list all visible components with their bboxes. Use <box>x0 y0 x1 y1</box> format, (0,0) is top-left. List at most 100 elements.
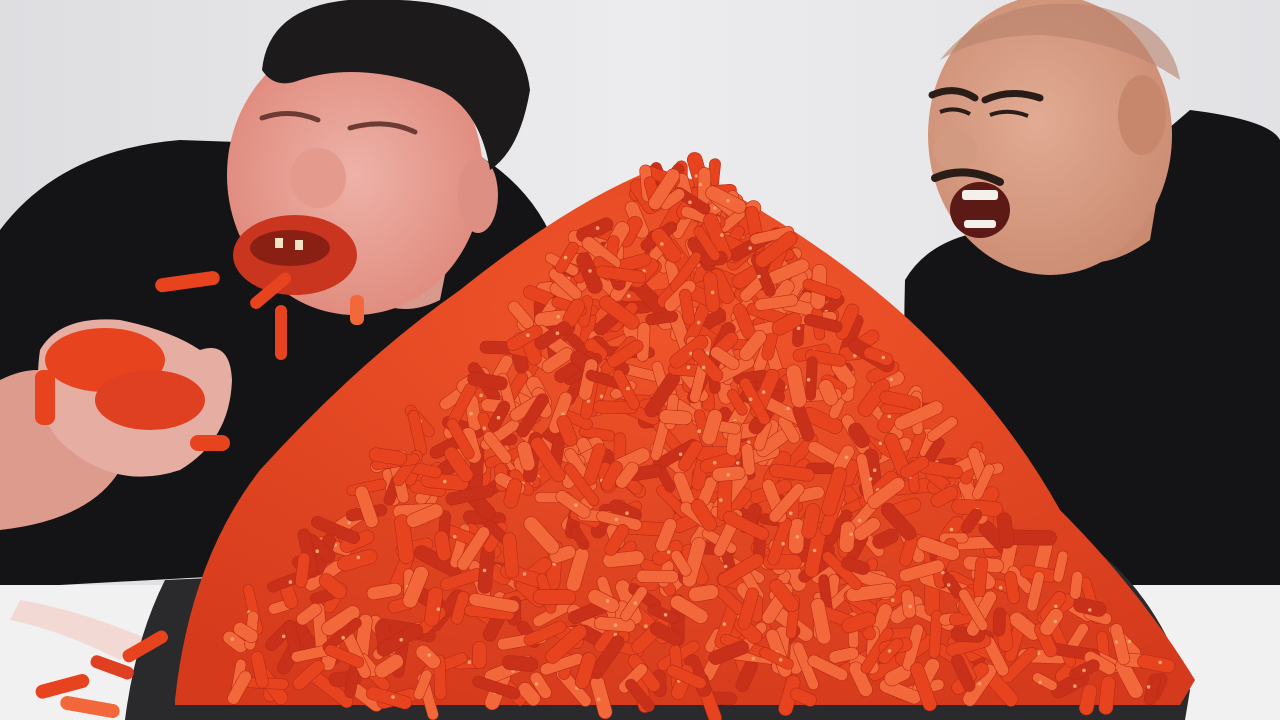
snack-dust <box>479 393 483 398</box>
snack-dust <box>467 660 472 665</box>
snack-dust <box>761 390 766 394</box>
snack-dust <box>660 242 664 246</box>
snack-dust <box>555 331 560 336</box>
snack-piece <box>636 569 679 584</box>
snack-dust <box>878 441 883 446</box>
snack-dust <box>723 564 728 569</box>
snack-dust <box>1088 608 1092 612</box>
snack-dust <box>701 365 706 370</box>
snack-dust <box>947 583 951 587</box>
snack-piece <box>838 520 856 553</box>
snack-dust <box>496 415 501 420</box>
snack-dust <box>887 414 892 419</box>
snack-dust <box>627 294 631 298</box>
snack-dust <box>712 460 717 465</box>
snack-dust <box>748 397 753 402</box>
snack-dust <box>857 518 862 523</box>
snack-dust <box>1054 604 1058 609</box>
snack-dust <box>534 682 539 686</box>
snack-dust <box>482 568 487 573</box>
snack-dust <box>399 638 404 642</box>
snack-dust <box>1082 668 1086 673</box>
snack-dust <box>427 653 432 657</box>
snack-piece <box>805 356 818 401</box>
snack-dust <box>563 255 568 260</box>
snack-dust <box>356 555 361 560</box>
snack-dust <box>391 695 395 699</box>
snack-dust <box>694 174 699 178</box>
snack-dust <box>688 200 692 205</box>
snack-dust <box>614 517 619 522</box>
snack-piece <box>658 409 693 426</box>
snack-piece <box>533 589 577 605</box>
snack-dust <box>887 649 892 653</box>
snack-dust <box>872 468 877 473</box>
snack-dust <box>1073 684 1077 688</box>
snack-dust <box>556 314 561 319</box>
photo-scene <box>0 0 1280 720</box>
snack-dust <box>595 226 600 230</box>
snack-dust <box>1127 639 1132 644</box>
snack-dust <box>710 290 715 295</box>
snack-dust <box>686 365 691 370</box>
snack-dust <box>443 479 447 484</box>
snack-dust <box>889 377 893 382</box>
snack-dust <box>795 535 800 539</box>
snack-dust <box>713 206 717 210</box>
snack-dust <box>625 511 629 515</box>
snack-dust <box>574 503 578 508</box>
snack-dust <box>663 613 668 617</box>
snack-dust <box>605 599 610 603</box>
snack-dust <box>722 622 727 626</box>
snack-dust <box>626 386 630 391</box>
snack-dust <box>977 682 982 686</box>
snack-dust <box>1158 660 1162 665</box>
snack-dust <box>1114 640 1119 644</box>
snack-dust <box>347 520 352 525</box>
snack-dust <box>1053 619 1058 624</box>
snack-dust <box>666 550 671 554</box>
snack-piece <box>472 640 488 669</box>
snack-dust <box>588 269 592 273</box>
snack-dust <box>806 377 811 382</box>
snack-dust <box>812 548 817 553</box>
snack-dust <box>341 635 346 640</box>
snack-piece <box>502 655 539 672</box>
snack-dust <box>849 532 853 537</box>
snack-dust <box>748 246 752 250</box>
snack-dust <box>696 320 701 325</box>
snack-piece <box>992 607 1007 637</box>
snack-dust <box>781 541 785 546</box>
snack-dust <box>757 274 761 279</box>
snack-dust <box>1038 680 1042 685</box>
snack-dust <box>786 406 790 411</box>
snack-dust <box>596 697 601 702</box>
snack-dust <box>230 637 235 641</box>
snack-dust <box>526 333 530 338</box>
snack-dust <box>891 598 895 602</box>
snack-dust <box>698 182 702 187</box>
snack-dust <box>599 394 604 399</box>
snack-dust <box>482 426 487 431</box>
snack-dust <box>469 411 473 416</box>
snack-dust <box>949 527 954 532</box>
snack-dust <box>868 477 873 481</box>
snack-dust <box>779 658 783 662</box>
snack-dust <box>288 580 293 584</box>
snack-dust <box>719 498 723 502</box>
snack-dust <box>633 601 638 605</box>
snack-dust <box>452 534 457 539</box>
snack-dust <box>678 452 683 457</box>
snack-dust <box>315 549 320 553</box>
snack-dust <box>726 199 730 203</box>
photo-illustration <box>0 0 1280 720</box>
snack-dust <box>789 511 793 516</box>
snack-dust <box>697 429 701 434</box>
snack-dust <box>881 355 886 360</box>
snack-dust <box>436 607 441 611</box>
snack-dust <box>281 634 286 639</box>
snack-dust <box>1146 685 1151 689</box>
snack-dust <box>720 233 724 237</box>
snack-dust <box>998 585 1003 590</box>
snack-dust <box>908 604 912 609</box>
